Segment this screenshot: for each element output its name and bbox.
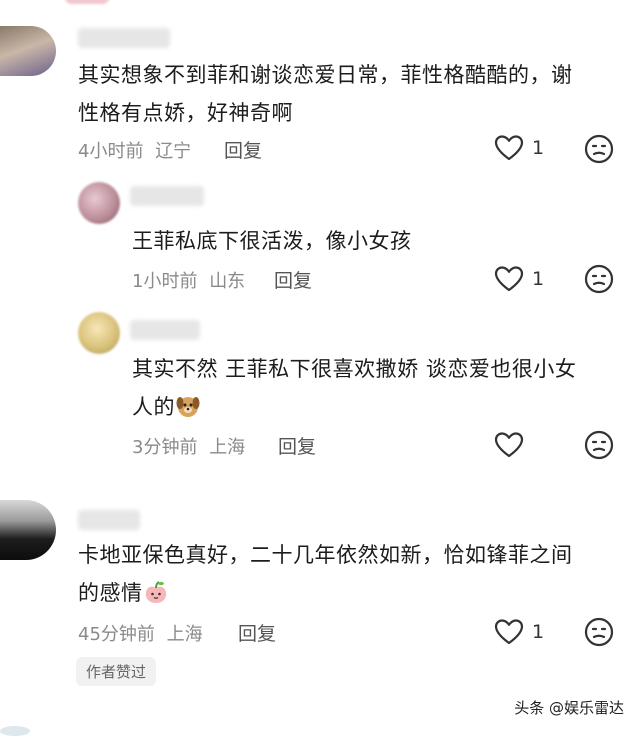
- like-button[interactable]: 1: [494, 134, 544, 162]
- username-blurred[interactable]: [78, 28, 170, 48]
- comment-meta: 3分钟前 上海: [132, 433, 245, 459]
- comment-location: 辽宁: [155, 141, 192, 162]
- heart-outline-icon: [494, 135, 524, 161]
- dislike-button[interactable]: [584, 430, 614, 464]
- comment-location: 上海: [209, 437, 246, 458]
- dislike-button[interactable]: [584, 264, 614, 298]
- dislike-button[interactable]: [584, 617, 614, 651]
- like-button[interactable]: [494, 431, 532, 459]
- comment-meta: 1小时前 山东: [132, 267, 245, 293]
- like-button[interactable]: 1: [494, 265, 544, 293]
- reply-button[interactable]: 回复: [238, 619, 276, 646]
- username-blurred[interactable]: [130, 186, 204, 206]
- heart-outline-icon: [494, 432, 524, 458]
- like-count: 1: [532, 268, 545, 290]
- dislike-face-icon: [584, 430, 614, 460]
- heart-outline-icon: [494, 619, 524, 645]
- reply-button[interactable]: 回复: [274, 266, 312, 293]
- peach-emoji: [145, 581, 166, 603]
- author-liked-badge: 作者赞过: [76, 657, 157, 686]
- reply-button[interactable]: 回复: [224, 136, 262, 163]
- comment-meta: 4小时前 辽宁: [78, 137, 191, 163]
- username-blurred[interactable]: [78, 510, 140, 530]
- dislike-button[interactable]: [584, 134, 614, 168]
- username-blurred[interactable]: [130, 320, 200, 340]
- previous-comment-avatar-edge: [64, 0, 110, 4]
- dog-emoji: [176, 397, 200, 417]
- comment-location: 山东: [209, 271, 246, 292]
- avatar[interactable]: [0, 500, 56, 560]
- like-count: 1: [532, 137, 545, 159]
- comment-time: 1小时前: [132, 271, 198, 292]
- like-button[interactable]: 1: [494, 618, 544, 646]
- dislike-face-icon: [584, 264, 614, 294]
- comment-time: 4小时前: [78, 141, 144, 162]
- dislike-face-icon: [584, 134, 614, 164]
- comment-meta: 45分钟前 上海: [78, 620, 203, 646]
- comment-text: 卡地亚保色真好，二十几年依然如新，恰如锋菲之间 的感情: [78, 543, 573, 605]
- watermark: 头条 @娱乐雷达: [514, 699, 624, 717]
- comment-time: 45分钟前: [78, 624, 155, 645]
- comment-text: 其实不然 王菲私下很喜欢撒娇 谈恋爱也很小女 人的: [132, 357, 577, 419]
- dislike-face-icon: [584, 617, 614, 647]
- comment-text: 王菲私底下很活泼，像小女孩: [132, 229, 412, 253]
- avatar[interactable]: [78, 182, 120, 224]
- heart-outline-icon: [494, 266, 524, 292]
- like-count: 1: [532, 621, 545, 643]
- avatar[interactable]: [78, 312, 120, 354]
- avatar[interactable]: [0, 26, 56, 76]
- reply-button[interactable]: 回复: [278, 432, 316, 459]
- comment-text: 其实想象不到菲和谢谈恋爱日常，菲性格酷酷的，谢 性格有点娇，好神奇啊: [78, 63, 573, 125]
- comment-location: 上海: [166, 624, 203, 645]
- next-comment-avatar-edge: [0, 726, 30, 736]
- comment-time: 3分钟前: [132, 437, 198, 458]
